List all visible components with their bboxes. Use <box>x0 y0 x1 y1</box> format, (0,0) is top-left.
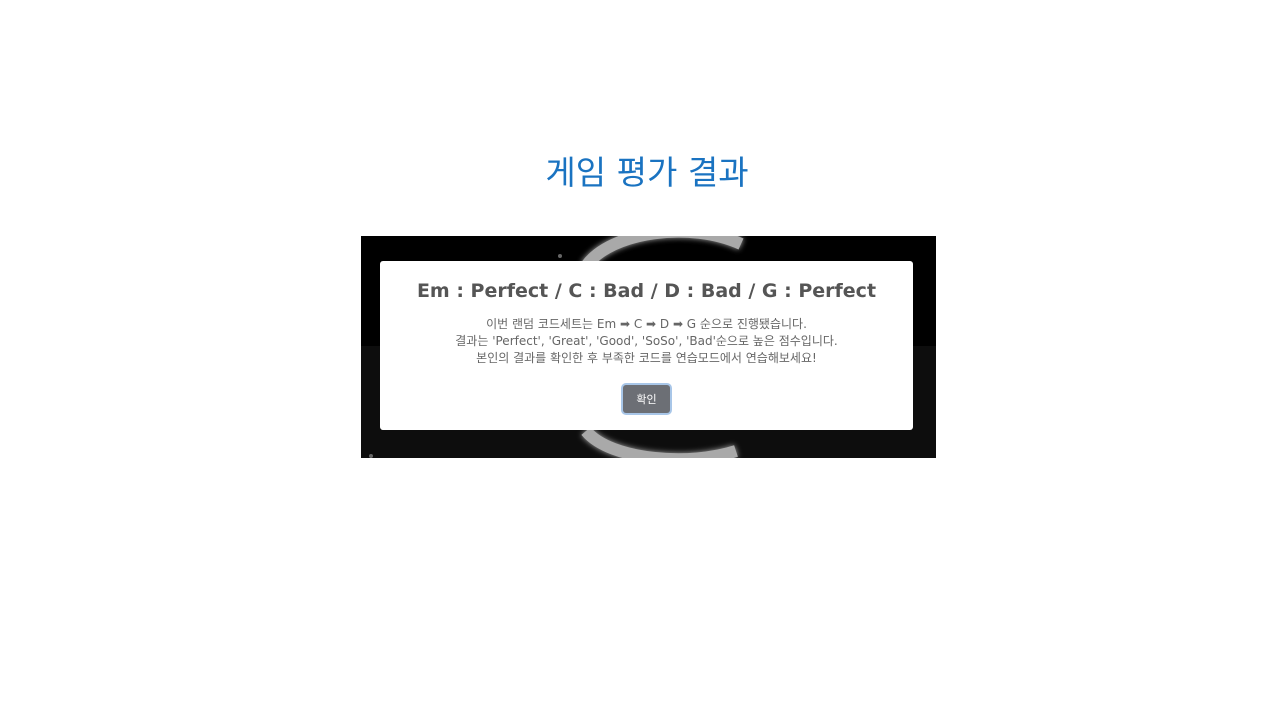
result-description: 이번 랜덤 코드세트는 Em ➡ C ➡ D ➡ G 순으로 진행됐습니다. 결… <box>380 316 913 367</box>
result-modal: Em : Perfect / C : Bad / D : Bad / G : P… <box>380 261 913 430</box>
result-summary-title: Em : Perfect / C : Bad / D : Bad / G : P… <box>416 280 877 302</box>
page: 게임 평가 결과 Em : Perfect / C : Bad / D : Ba… <box>0 0 1280 720</box>
result-description-line: 결과는 'Perfect', 'Great', 'Good', 'SoSo', … <box>455 334 838 348</box>
result-description-line: 이번 랜덤 코드세트는 Em ➡ C ➡ D ➡ G 순으로 진행됐습니다. <box>486 317 807 331</box>
result-description-line: 본인의 결과를 확인한 후 부족한 코드를 연습모드에서 연습해보세요! <box>476 351 817 365</box>
confirm-button[interactable]: 확인 <box>623 385 670 413</box>
page-title: 게임 평가 결과 <box>545 153 749 192</box>
